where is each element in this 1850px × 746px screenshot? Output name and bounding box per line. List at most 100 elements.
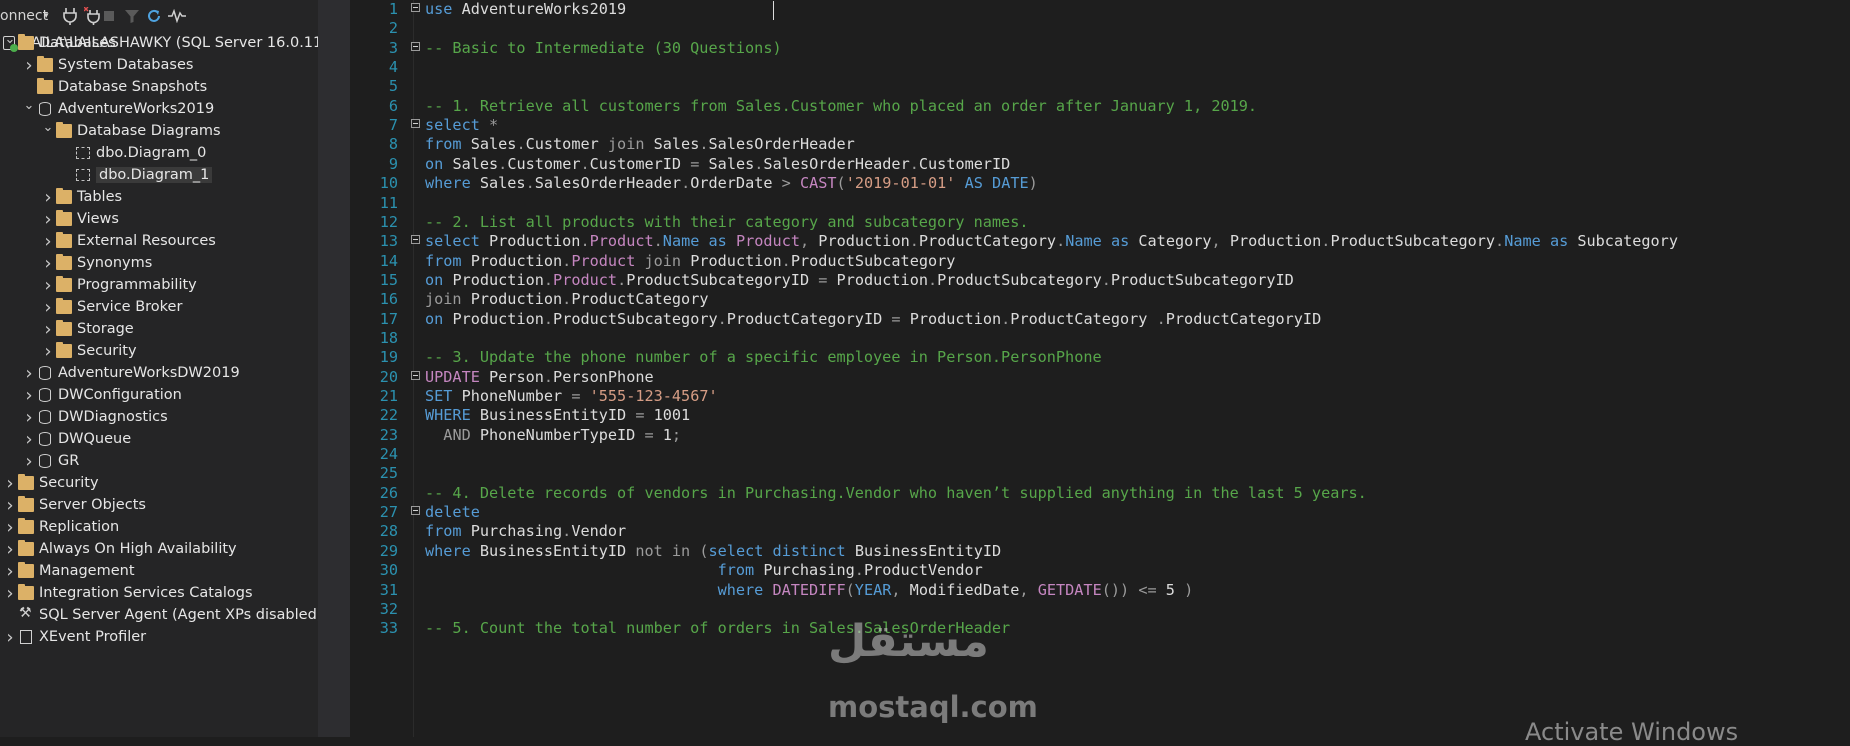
collapse-region-icon[interactable] xyxy=(411,235,420,245)
tree-node[interactable]: › AdventureWorksDW2019 xyxy=(21,362,239,384)
code-token: on xyxy=(425,270,444,289)
collapsed-chevron-icon[interactable]: › xyxy=(21,55,37,76)
collapsed-chevron-icon[interactable]: › xyxy=(40,187,56,208)
tree-node[interactable]: › Server Objects xyxy=(2,494,146,516)
code-token: Sales xyxy=(443,154,499,173)
expanded-chevron-icon[interactable]: ⌄ xyxy=(40,120,56,135)
code-token: Production xyxy=(461,290,563,309)
tree-node[interactable]: dbo.Diagram_0 xyxy=(59,142,206,164)
tree-node[interactable]: › Integration Services Catalogs xyxy=(2,582,253,604)
collapsed-chevron-icon[interactable]: › xyxy=(2,539,18,560)
tree-node[interactable]: › Management xyxy=(2,560,134,582)
tree-node[interactable]: › Security xyxy=(2,472,98,494)
tree-node[interactable]: › Always On High Availability xyxy=(2,538,236,560)
code-token: Product xyxy=(553,270,618,289)
collapsed-chevron-icon[interactable]: › xyxy=(40,341,56,362)
collapsed-chevron-icon[interactable]: › xyxy=(21,451,37,472)
collapsed-chevron-icon[interactable]: › xyxy=(21,429,37,450)
tree-node[interactable]: › Views xyxy=(40,208,119,230)
collapsed-chevron-icon[interactable]: › xyxy=(2,495,18,516)
tree-node[interactable]: SQL Server Agent (Agent XPs disabled) xyxy=(2,604,318,626)
tree-node[interactable]: › DWDiagnostics xyxy=(21,406,167,428)
collapse-region-icon[interactable] xyxy=(411,370,420,380)
collapsed-chevron-icon[interactable]: › xyxy=(21,407,37,428)
tree-node[interactable]: ⌄ AdventureWorks2019 xyxy=(21,98,215,120)
code-token: Product xyxy=(735,232,800,251)
refresh-icon[interactable] xyxy=(146,0,162,32)
collapse-region-icon[interactable] xyxy=(411,3,420,12)
collapsed-chevron-icon[interactable]: › xyxy=(2,517,18,538)
code-token: CAST xyxy=(799,174,837,193)
code-token: -- 4. Delete records of vendors in Purch… xyxy=(425,483,1367,502)
code-token: , xyxy=(891,580,901,599)
tree-node[interactable]: › Storage xyxy=(40,318,133,340)
collapsed-chevron-icon[interactable]: › xyxy=(2,583,18,604)
collapsed-chevron-icon[interactable]: › xyxy=(40,297,56,318)
tree-node[interactable]: ⌄ Databases xyxy=(2,32,116,54)
collapse-region-icon[interactable] xyxy=(411,119,420,129)
tree-node[interactable]: Database Snapshots xyxy=(21,76,207,98)
collapsed-chevron-icon[interactable]: › xyxy=(40,231,56,252)
code-token: Customer xyxy=(525,135,608,154)
activity-monitor-icon[interactable] xyxy=(168,0,186,32)
code-token: Name xyxy=(1065,232,1102,251)
tree-node[interactable]: › DWConfiguration xyxy=(21,384,181,406)
code-token: . xyxy=(909,154,919,173)
collapse-region-icon[interactable] xyxy=(411,506,420,516)
tree-node[interactable]: › Replication xyxy=(2,516,119,538)
code-token: '2019-01-01' xyxy=(845,174,956,193)
expanded-chevron-icon[interactable]: ⌄ xyxy=(21,98,37,113)
code-token: use xyxy=(425,0,453,18)
tree-node[interactable]: › XEvent Profiler xyxy=(2,626,146,648)
tree-node-label: Security xyxy=(77,343,137,359)
tree-node[interactable]: › DWQueue xyxy=(21,428,131,450)
code-line[interactable]: 33 -- 5. Count the total number of orders… xyxy=(350,617,1850,640)
tree-node[interactable]: › GR xyxy=(21,450,79,472)
tree-node[interactable]: › Programmability xyxy=(40,274,196,296)
tree-node[interactable]: dbo.Diagram_1 xyxy=(59,164,213,186)
code-token: ; xyxy=(671,425,682,444)
collapsed-chevron-icon[interactable]: › xyxy=(21,385,37,406)
collapsed-chevron-icon[interactable]: › xyxy=(2,561,18,582)
filter-icon[interactable] xyxy=(124,0,140,32)
tree-node[interactable]: ⌄ Database Diagrams xyxy=(40,120,221,142)
panel-splitter[interactable] xyxy=(318,0,350,737)
dropdown-icon[interactable]: ▾ xyxy=(44,0,49,32)
connect-plug-icon[interactable] xyxy=(62,0,78,32)
code-token: = xyxy=(891,309,901,328)
diagram-icon xyxy=(75,146,91,160)
connect-button[interactable]: onnect xyxy=(0,0,48,32)
code-token: . xyxy=(562,251,572,270)
expanded-chevron-icon[interactable]: ⌄ xyxy=(2,32,18,47)
collapsed-chevron-icon[interactable]: › xyxy=(40,209,56,230)
database-icon xyxy=(37,410,53,424)
collapsed-chevron-icon[interactable]: › xyxy=(40,253,56,274)
collapsed-chevron-icon[interactable]: › xyxy=(40,319,56,340)
tree-node[interactable]: › System Databases xyxy=(21,54,193,76)
tree-node-label: Synonyms xyxy=(77,255,153,271)
code-token: > xyxy=(781,174,791,193)
tree-node[interactable]: › Synonyms xyxy=(40,252,152,274)
tree-node[interactable]: › External Resources xyxy=(40,230,215,252)
tree-node[interactable]: › Security xyxy=(40,340,137,362)
tree-node[interactable]: › Service Broker xyxy=(40,296,182,318)
collapsed-chevron-icon[interactable]: › xyxy=(40,275,56,296)
tree-node-label: Integration Services Catalogs xyxy=(39,585,253,601)
disconnect-plug-icon[interactable] xyxy=(83,0,102,32)
code-token: Subcategory xyxy=(1568,232,1678,251)
collapsed-chevron-icon[interactable]: › xyxy=(21,363,37,384)
collapsed-chevron-icon[interactable]: › xyxy=(2,473,18,494)
code-token: in xyxy=(671,541,691,560)
query-editor[interactable]: 1 use AdventureWorks2019 2 3 -- Basic to Int… xyxy=(350,0,1850,737)
folder-icon xyxy=(56,254,72,270)
code-token: . xyxy=(562,522,572,541)
code-token: ( xyxy=(845,580,855,599)
tree-node[interactable]: › Tables xyxy=(40,186,122,208)
folder-icon xyxy=(37,78,53,94)
collapsed-chevron-icon[interactable]: › xyxy=(2,627,18,648)
collapse-region-icon[interactable] xyxy=(411,41,420,51)
stop-icon[interactable] xyxy=(104,0,114,32)
